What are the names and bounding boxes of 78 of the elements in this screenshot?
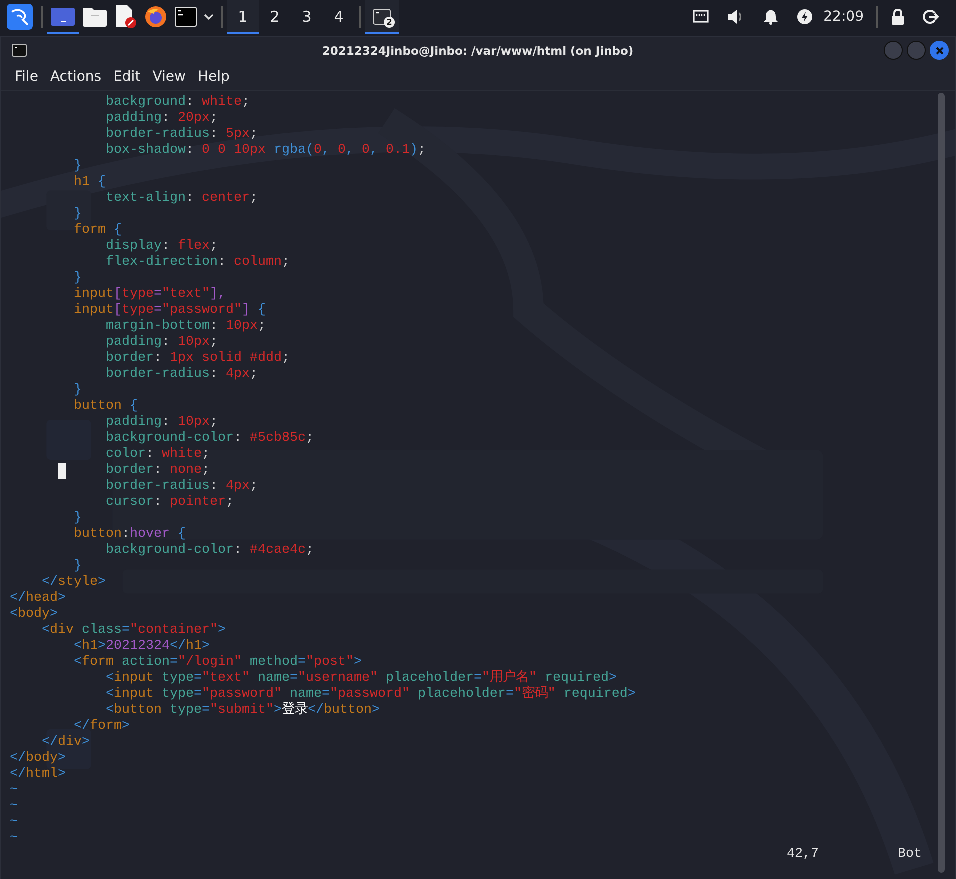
code-line: <body>: [10, 607, 58, 622]
code-line: background-color: #5cb85c;: [106, 431, 314, 446]
menu-item[interactable]: View: [152, 69, 186, 85]
close-button[interactable]: [930, 41, 949, 60]
code-line: input[type="text"],: [74, 287, 226, 302]
code-line: padding: 20px;: [106, 111, 218, 126]
code-line: button:hover {: [74, 527, 186, 542]
window-count-badge: 2: [384, 17, 395, 28]
code-line: color: white;: [106, 447, 210, 462]
code-line: <h1>20212324</h1>: [74, 639, 210, 654]
code-line: </html>: [10, 767, 66, 782]
code-line: <div class="container">: [42, 623, 226, 638]
folder-icon: [83, 7, 107, 27]
menu-item[interactable]: File: [15, 69, 38, 85]
code-line: <input type="text" name="username" placeholder="用户名" required>: [106, 671, 617, 686]
code-line: flex-direction: column;: [106, 255, 290, 270]
code-line: }: [74, 271, 82, 286]
clock[interactable]: 22:09: [824, 9, 864, 25]
code-line: box-shadow: 0 0 10px rgba(0, 0, 0, 0.1);: [106, 143, 426, 158]
workspace-button[interactable]: 1: [227, 0, 259, 34]
code-line: <button type="submit">登录</button>: [106, 703, 380, 718]
code-line: padding: 10px;: [106, 415, 218, 430]
code-line: }: [74, 207, 82, 222]
code-line: </div>: [42, 735, 90, 750]
empty-line-marker: ~: [10, 831, 18, 846]
lightning-icon[interactable]: [796, 9, 813, 25]
code-line: input[type="password"] {: [74, 303, 266, 318]
code-line: <form action="/login" method="post">: [74, 655, 362, 670]
code-line: margin-bottom: 10px;: [106, 319, 266, 334]
code-line: h1 {: [74, 175, 106, 190]
scrollbar[interactable]: [938, 93, 945, 873]
browser-icon: [145, 6, 167, 28]
workspace-button[interactable]: 4: [323, 0, 355, 34]
caret-icon: [204, 14, 214, 20]
code-line: </head>: [10, 591, 66, 606]
code-line: border-radius: 4px;: [106, 367, 258, 382]
code-line: display: flex;: [106, 239, 218, 254]
terminal-icon: [175, 7, 197, 27]
code-line: }: [74, 159, 82, 174]
code-line: button {: [74, 399, 138, 414]
code-line: </body>: [10, 751, 66, 766]
close-icon: [936, 46, 944, 54]
code-line: }: [74, 559, 82, 574]
code-line: background-color: #4cae4c;: [106, 543, 314, 558]
code-line: }: [74, 511, 82, 526]
code-line: border: none;: [106, 463, 210, 478]
code-line: padding: 10px;: [106, 335, 218, 350]
menu-item[interactable]: Help: [198, 69, 230, 85]
scroll-position: Bot: [898, 847, 922, 863]
code-line: <input type="password" name="password" placeholder="密码" required>: [106, 687, 636, 702]
empty-line-marker: ~: [10, 815, 18, 830]
code-line: }: [74, 383, 82, 398]
code-line: </form>: [74, 719, 130, 734]
window-title: 20212324Jinbo@Jinbo: /var/www/html (on Jinbo): [322, 44, 634, 58]
lock-icon[interactable]: [891, 9, 905, 25]
logout-icon[interactable]: [923, 9, 939, 25]
empty-line-marker: ~: [10, 783, 18, 798]
network-icon[interactable]: [692, 10, 709, 24]
code-line: cursor: pointer;: [106, 495, 234, 510]
document-edit-icon: [115, 5, 137, 29]
terminal-icon: [12, 44, 27, 57]
workspace-button[interactable]: 2: [259, 0, 291, 34]
code-line: form {: [74, 223, 122, 238]
menu-item[interactable]: Actions: [50, 69, 102, 85]
cursor-position: 42,7: [787, 847, 819, 863]
menu-item[interactable]: Edit: [114, 69, 141, 85]
task-button[interactable]: 2: [365, 0, 399, 34]
terminal-window-icon: [373, 9, 391, 25]
desktop-icon: [51, 8, 75, 26]
code-line: text-align: center;: [106, 191, 258, 206]
code-line: background: white;: [106, 95, 250, 110]
empty-line-marker: ~: [10, 799, 18, 814]
code-line: border: 1px solid #ddd;: [106, 351, 290, 366]
workspace-button[interactable]: 3: [291, 0, 323, 34]
code-line: border-radius: 4px;: [106, 479, 258, 494]
code-line: </style>: [42, 575, 106, 590]
bell-icon[interactable]: [762, 9, 779, 25]
code-line: border-radius: 5px;: [106, 127, 258, 142]
